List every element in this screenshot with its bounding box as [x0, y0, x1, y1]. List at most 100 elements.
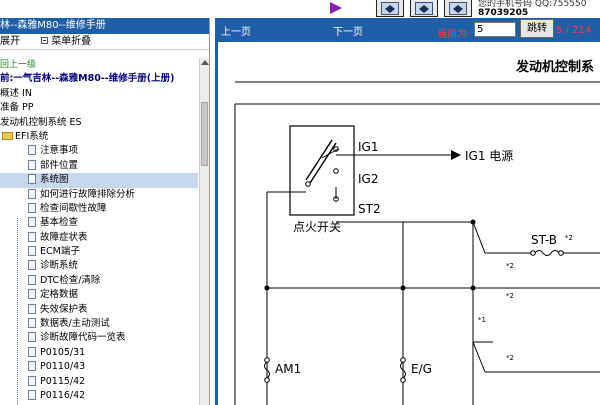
tree-leaf-item[interactable]: P0116/42	[0, 389, 198, 403]
book-title[interactable]: 前:一气吉林--森雅M80--维修手册(上册)	[0, 72, 198, 86]
fuse-stb-icon	[534, 250, 560, 256]
tree-leaf-label: 注意事项	[40, 145, 79, 157]
document-icon	[28, 303, 36, 314]
tree-leaf-label: 诊断故障代码一览表	[40, 332, 126, 344]
label-note-2: *2	[506, 262, 514, 270]
document-icon	[28, 361, 36, 372]
splice-point	[470, 285, 476, 291]
label-fuse-am1: AM1	[275, 362, 301, 376]
stb-branch	[472, 221, 486, 254]
next-page-link[interactable]: 下一页	[333, 23, 363, 38]
fuse-terminal	[264, 357, 270, 363]
document-icon	[28, 318, 36, 329]
jump-button[interactable]: 跳转	[520, 19, 554, 38]
tree-leaf-label: 检查间歇性故障	[40, 202, 107, 214]
tree-item-label: EFI系统	[15, 130, 49, 142]
flag-icon	[330, 2, 342, 14]
fuse-terminal	[400, 377, 406, 383]
toggle-view-button[interactable]	[410, 0, 438, 17]
tree-item-preparation[interactable]: 准备 PP	[0, 101, 198, 115]
double-arrow-icon	[449, 1, 467, 15]
page-navigation-bar: 上一页 下一页 当前为 5 跳转 5 / 214	[215, 18, 600, 42]
label-fuse-eg: E/G	[411, 362, 432, 376]
wiring-diagram-sheet: 发动机控制系 IG1 IG2 ST2 IG1 电源 点火开关 ST-B *2 *…	[215, 42, 600, 405]
document-icon	[28, 375, 36, 386]
tree-leaf-label: P0110/43	[40, 361, 86, 373]
tree-leaf-item[interactable]: 检查间歇性故障	[0, 202, 198, 216]
tree-leaf-item[interactable]: 定格数据	[0, 288, 198, 302]
switch-contact	[321, 148, 339, 159]
collapse-menu-icon	[41, 37, 49, 44]
document-icon	[28, 332, 36, 343]
document-icon	[28, 260, 36, 271]
label-st2: ST2	[358, 202, 381, 216]
tree-leaf-label: 部件位置	[40, 159, 79, 171]
document-icon	[28, 346, 36, 357]
tree-leaf-label: 系统图	[40, 174, 69, 186]
tree-leaf-item[interactable]: 部件位置	[0, 159, 198, 173]
back-up-link[interactable]: 回上一级	[0, 58, 198, 72]
top-toolbar: 您的手机号码 QQ:755550 87039205	[0, 0, 600, 18]
wiring-diagram: IG1 IG2 ST2 IG1 电源 点火开关 ST-B *2 *2 *2 *1…	[234, 81, 600, 405]
splice-point	[264, 285, 270, 291]
fuse-terminal	[400, 357, 406, 363]
switch-blade	[305, 139, 333, 181]
document-icon	[28, 389, 36, 400]
tree-leaf-item[interactable]: 基本检查	[0, 216, 198, 230]
tree-leaf-item[interactable]: 诊断系统	[0, 259, 198, 273]
double-arrow-icon	[415, 1, 433, 15]
tree-item-efi-system[interactable]: EFI系统	[0, 130, 198, 144]
document-icon	[28, 274, 36, 285]
tree-leaf-item[interactable]: 注意事项	[0, 144, 198, 158]
manual-title-bar: 林--森雅M80--维修手册	[0, 18, 209, 34]
fuse-terminal	[530, 250, 536, 256]
tree-leaf-item[interactable]: P0110/43	[0, 360, 198, 374]
tree-leaf-item[interactable]: P0105/31	[0, 346, 198, 360]
tree-leaf-item[interactable]: 如何进行故障排除分析	[0, 188, 198, 202]
scroll-up-icon[interactable]	[201, 60, 209, 65]
fuse-terminal	[264, 377, 270, 383]
tree-item-overview[interactable]: 概述 IN	[0, 87, 198, 101]
fuse-terminal	[558, 250, 564, 256]
expand-button[interactable]: 展开	[0, 36, 20, 47]
prev-page-link[interactable]: 上一页	[221, 23, 251, 38]
tree-connector-line	[17, 218, 18, 405]
tree-leaf-label: DTC检查/清除	[40, 274, 101, 286]
scroll-thumb[interactable]	[201, 102, 208, 166]
document-icon	[28, 231, 36, 242]
tree-item-engine-control[interactable]: 发动机控制系统 ES	[0, 116, 198, 130]
document-icon	[28, 174, 36, 185]
tree-leaf-label: P0115/42	[40, 375, 86, 387]
tree-leaf-item[interactable]: 数据表/主动测试	[0, 317, 198, 331]
document-icon	[28, 159, 36, 170]
tree-leaf-item[interactable]: 故障症状表	[0, 231, 198, 245]
document-icon	[28, 145, 36, 156]
tree-leaf-item[interactable]: DTC检查/清除	[0, 274, 198, 288]
last-page-button[interactable]	[444, 0, 472, 17]
document-icon	[28, 202, 36, 213]
tree-leaf-item[interactable]: P0115/42	[0, 375, 198, 389]
tree-leaf-item[interactable]: 系统图	[0, 173, 198, 188]
first-page-button[interactable]	[376, 0, 404, 17]
tree-leaf-item[interactable]: 诊断故障代码一览表	[0, 331, 198, 345]
current-page-label: 当前为	[437, 29, 467, 40]
tree-leaf-label: 定格数据	[40, 289, 79, 301]
lower-branch	[472, 341, 486, 373]
document-icon	[28, 217, 36, 228]
switch-blade	[309, 142, 337, 184]
page-number-input[interactable]: 5	[474, 22, 516, 37]
label-ig1: IG1	[358, 140, 378, 154]
tree-toolbar: 展开 菜单折叠	[0, 34, 209, 50]
collapse-menu-button[interactable]: 菜单折叠	[51, 36, 91, 47]
label-note-2: *2	[506, 354, 514, 362]
document-icon	[28, 289, 36, 300]
label-fuse-stb: ST-B	[531, 233, 557, 247]
tree-leaf-label: 基本检查	[40, 217, 79, 229]
tree-scrollbar[interactable]	[199, 58, 209, 405]
folder-open-icon	[2, 131, 13, 140]
double-arrow-icon	[381, 1, 399, 15]
tree-leaf-label: P0116/42	[40, 389, 86, 401]
tree-leaf-item[interactable]: 失效保护表	[0, 303, 198, 317]
tree-leaf-item[interactable]: ECM端子	[0, 245, 198, 259]
tree-leaf-label: 诊断系统	[40, 260, 79, 272]
